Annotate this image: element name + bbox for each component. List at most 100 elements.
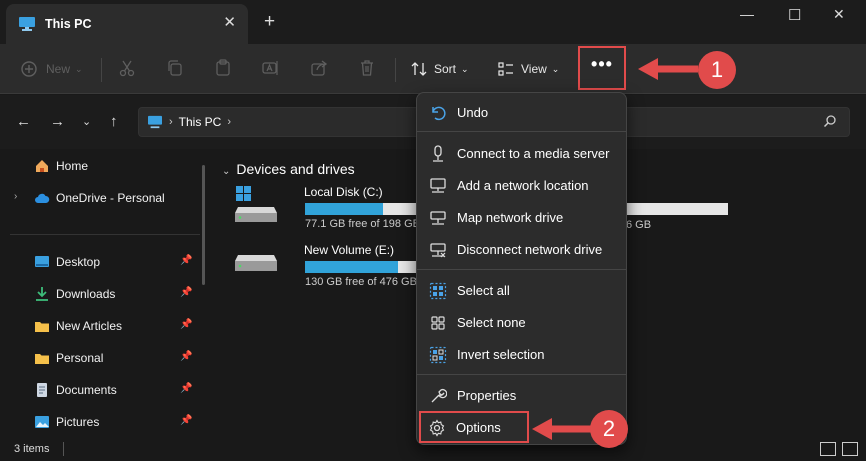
sidebar-item-home[interactable]: Home — [0, 153, 200, 179]
menu-item-label: Disconnect network drive — [457, 242, 603, 257]
paste-icon[interactable] — [214, 59, 232, 77]
tab-this-pc[interactable]: This PC ✕ — [6, 4, 248, 44]
breadcrumb-this-pc[interactable]: This PC — [179, 115, 222, 129]
tab-close-icon[interactable]: ✕ — [223, 15, 236, 30]
share-icon[interactable] — [310, 59, 328, 77]
sidebar-item-pictures[interactable]: Pictures 📌 — [0, 409, 200, 435]
download-icon — [36, 287, 48, 301]
drive-usage-fill — [305, 261, 399, 273]
new-button[interactable]: New ⌄ — [20, 56, 83, 82]
cut-icon[interactable] — [118, 59, 136, 77]
sort-label: Sort — [434, 62, 457, 76]
drive-usage-bar — [305, 203, 433, 215]
this-pc-icon — [148, 115, 162, 129]
invert-selection-icon — [429, 346, 447, 364]
sidebar-item-label: Home — [56, 159, 89, 173]
collapse-chevron-icon[interactable]: ⌄ — [222, 166, 230, 177]
pin-icon: 📌 — [180, 383, 193, 394]
minimize-button[interactable]: — — [740, 6, 754, 22]
menu-item-map-network-drive[interactable]: Map network drive — [421, 202, 624, 232]
new-chevron-icon: ⌄ — [75, 63, 83, 74]
pin-icon: 📌 — [180, 255, 193, 266]
drive-item-e[interactable]: New Volume (E:) 130 GB free of 476 GB — [234, 243, 434, 288]
drive-usage-fill — [305, 203, 384, 215]
menu-item-label: Undo — [457, 105, 489, 120]
group-title: Devices and drives — [236, 161, 355, 177]
back-arrow-icon[interactable]: ← — [16, 113, 31, 130]
copy-icon[interactable] — [166, 59, 184, 77]
menu-item-invert-selection[interactable]: Invert selection — [421, 339, 624, 369]
see-more-button[interactable]: ••• — [578, 46, 626, 90]
menu-item-properties[interactable]: Properties — [421, 380, 624, 410]
sidebar-item-label: Pictures — [56, 415, 100, 429]
drive-name: New Volume (E:) — [304, 243, 395, 257]
view-label: View — [521, 62, 547, 76]
breadcrumb-separator[interactable]: › — [227, 116, 231, 128]
sidebar-item-new-articles[interactable]: New Articles 📌 — [0, 313, 200, 339]
search-icon[interactable] — [823, 114, 837, 128]
folder-icon — [35, 354, 49, 364]
menu-item-select-none[interactable]: Select none — [421, 307, 624, 337]
breadcrumb-separator[interactable]: › — [169, 116, 173, 128]
details-view-icon[interactable] — [820, 442, 836, 456]
up-arrow-icon[interactable]: ↑ — [110, 113, 118, 130]
folder-icon — [35, 322, 49, 332]
menu-divider — [417, 374, 626, 375]
title-bar: This PC ✕ + — ☐ ✕ — [0, 0, 866, 44]
drive-free-space: 77.1 GB free of 198 GB — [305, 218, 420, 230]
menu-item-label: Connect to a media server — [457, 146, 610, 161]
sidebar-item-downloads[interactable]: Downloads 📌 — [0, 281, 200, 307]
menu-item-label: Map network drive — [457, 210, 564, 225]
menu-item-select-all[interactable]: Select all — [421, 275, 624, 305]
menu-item-connect-media-server[interactable]: Connect to a media server — [421, 138, 624, 168]
this-pc-icon — [19, 17, 35, 31]
new-label: New — [46, 62, 71, 76]
menu-item-options[interactable]: Options — [419, 411, 529, 443]
sort-button[interactable]: Sort ⌄ — [410, 56, 469, 82]
windows-drive-icon — [235, 186, 277, 222]
undo-icon — [432, 106, 446, 121]
menu-item-add-network-location[interactable]: Add a network location — [421, 170, 624, 200]
cloud-icon — [35, 193, 50, 203]
expand-chevron-icon[interactable]: › — [14, 191, 17, 202]
home-icon — [36, 160, 48, 172]
sidebar-item-documents[interactable]: Documents 📌 — [0, 377, 200, 403]
view-chevron-icon: ⌄ — [551, 63, 560, 74]
tiles-view-icon[interactable] — [842, 442, 858, 456]
tab-title: This PC — [45, 17, 92, 31]
drive-name: Local Disk (C:) — [304, 185, 383, 199]
view-button[interactable]: View ⌄ — [497, 56, 559, 82]
annotation-step-1: 1 — [698, 51, 736, 89]
sidebar-item-onedrive[interactable]: › OneDrive - Personal — [0, 185, 200, 211]
rename-icon[interactable] — [262, 59, 280, 77]
annotation-step-2: 2 — [590, 410, 628, 448]
menu-item-disconnect-network-drive[interactable]: Disconnect network drive — [421, 234, 624, 264]
navigation-pane: Home › OneDrive - Personal Desktop 📌 Dow… — [0, 149, 205, 439]
select-none-icon — [431, 316, 445, 330]
disconnect-drive-icon — [430, 243, 446, 258]
sidebar-item-label: Downloads — [56, 287, 116, 301]
forward-arrow-icon[interactable]: → — [50, 113, 65, 130]
menu-item-label: Invert selection — [457, 347, 545, 362]
recent-locations-chevron-icon[interactable]: ⌄ — [82, 115, 91, 128]
select-all-icon — [429, 282, 447, 300]
pictures-icon — [35, 416, 49, 428]
delete-icon[interactable] — [358, 59, 376, 77]
close-window-button[interactable]: ✕ — [833, 6, 845, 23]
sidebar-scrollbar[interactable] — [202, 165, 205, 285]
pin-icon: 📌 — [180, 287, 193, 298]
drive-item-c[interactable]: Local Disk (C:) 77.1 GB free of 198 GB — [234, 185, 434, 230]
more-icon: ••• — [591, 53, 613, 74]
desktop-icon — [35, 256, 49, 267]
document-icon — [37, 383, 47, 397]
menu-item-label: Select all — [457, 283, 510, 298]
maximize-button[interactable]: ☐ — [788, 6, 801, 24]
group-header[interactable]: ⌄ Devices and drives — [222, 161, 355, 177]
status-divider — [63, 442, 64, 456]
annotation-arrow-1 — [638, 58, 698, 80]
sidebar-item-personal[interactable]: Personal 📌 — [0, 345, 200, 371]
drive-icon — [235, 255, 277, 271]
sidebar-item-desktop[interactable]: Desktop 📌 — [0, 249, 200, 275]
menu-item-undo[interactable]: Undo — [421, 97, 624, 127]
new-tab-button[interactable]: + — [264, 12, 275, 31]
